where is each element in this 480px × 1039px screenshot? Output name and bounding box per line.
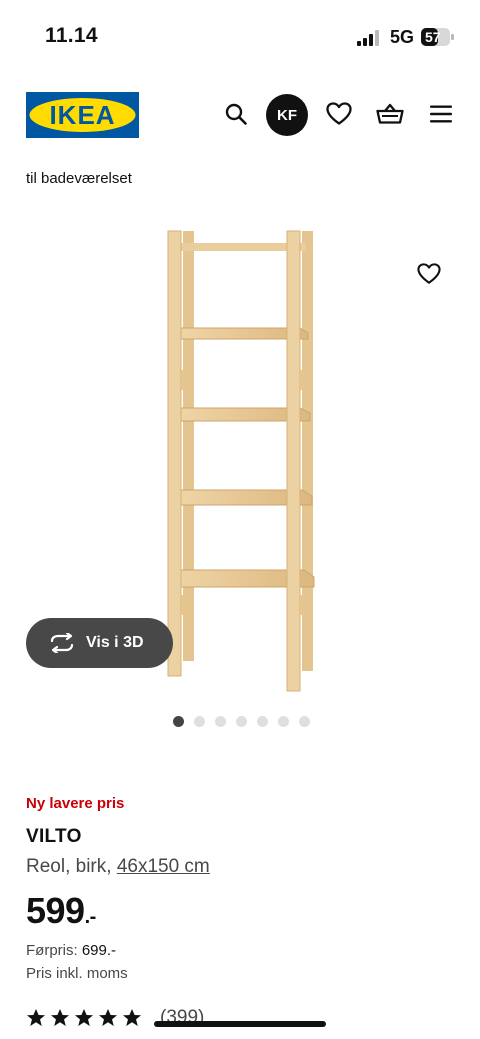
search-icon <box>225 103 247 125</box>
ikea-logo[interactable]: IKEA <box>26 92 139 138</box>
home-indicator <box>154 1021 326 1027</box>
search-button[interactable] <box>214 90 258 138</box>
battery-level: 57 <box>425 29 441 45</box>
svg-text:IKEA: IKEA <box>49 100 115 130</box>
star-icon <box>123 1009 141 1026</box>
product-dimensions-link[interactable]: 46x150 cm <box>117 856 210 877</box>
price-badge: Ny lavere pris <box>26 795 125 812</box>
network-type: 5G <box>390 27 415 47</box>
status-time: 11.14 <box>45 24 98 47</box>
carousel-dot[interactable] <box>236 716 247 727</box>
hamburger-menu-icon <box>430 105 452 123</box>
vat-note: Pris inkl. moms <box>26 965 128 982</box>
previous-price-label: Førpris: <box>26 942 82 959</box>
menu-button[interactable] <box>419 90 463 138</box>
profile-avatar-button[interactable]: KF <box>266 94 308 136</box>
product-type-text: Reol, birk, <box>26 856 117 877</box>
carousel-dot[interactable] <box>299 716 310 727</box>
site-header: IKEA KF <box>0 90 480 140</box>
view-in-3d-button[interactable]: Vis i 3D <box>26 618 173 668</box>
signal-icon <box>357 30 379 46</box>
basket-button[interactable] <box>368 90 412 138</box>
image-carousel-dots <box>173 716 310 727</box>
product-description: Reol, birk, 46x150 cm <box>26 856 210 878</box>
carousel-dot[interactable] <box>257 716 268 727</box>
star-icon <box>99 1009 117 1026</box>
star-icon <box>27 1009 45 1026</box>
star-icon <box>75 1009 93 1026</box>
view-in-3d-label: Vis i 3D <box>86 634 144 651</box>
price-suffix: .- <box>84 906 97 928</box>
product-name: VILTO <box>26 826 82 847</box>
heart-icon <box>417 263 441 284</box>
price-value: 599 <box>26 890 85 931</box>
status-bar: 11.14 5G 57 <box>0 0 480 72</box>
previous-price: Førpris: 699.- <box>26 942 116 959</box>
carousel-dot[interactable] <box>173 716 184 727</box>
carousel-dot[interactable] <box>194 716 205 727</box>
heart-icon <box>326 102 352 125</box>
basket-icon <box>376 103 404 124</box>
rotate-3d-icon <box>50 633 74 653</box>
add-to-favourites-button[interactable] <box>410 255 448 293</box>
breadcrumb-link[interactable]: til badeværelset <box>26 170 132 187</box>
previous-price-value: 699.- <box>81 942 117 959</box>
star-icon <box>51 1009 69 1026</box>
carousel-dot[interactable] <box>278 716 289 727</box>
favourites-button[interactable] <box>317 90 361 138</box>
product-price: 599.- <box>26 890 96 932</box>
carousel-dot[interactable] <box>215 716 226 727</box>
